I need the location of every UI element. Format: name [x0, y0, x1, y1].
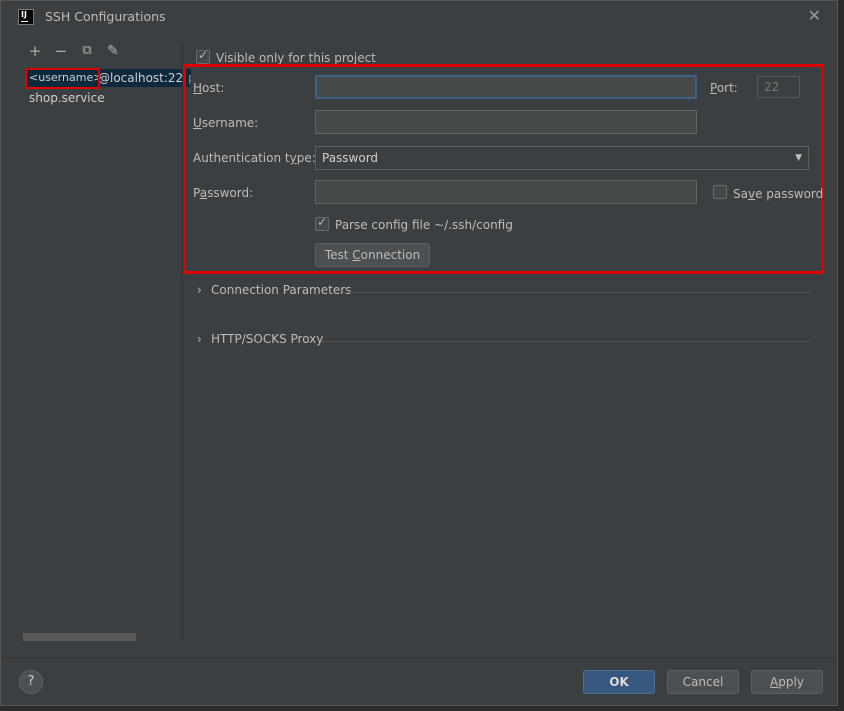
selected-host: @localhost:22: [98, 71, 184, 85]
username-input[interactable]: [315, 110, 697, 134]
connection-parameters-title: Connection Parameters: [211, 283, 352, 297]
footer-separator: [1, 657, 837, 658]
save-password-checkbox[interactable]: [713, 185, 727, 199]
ok-button[interactable]: OK: [583, 670, 655, 694]
auth-type-value: Password: [322, 151, 379, 165]
section-divider: [321, 341, 811, 342]
copy-icon[interactable]: ⧉: [79, 43, 95, 59]
auth-type-select[interactable]: Password ▼: [315, 146, 809, 170]
list-item[interactable]: shop.service: [29, 89, 105, 107]
http-socks-proxy-title: HTTP/SOCKS Proxy: [211, 332, 324, 346]
parse-config-label: Parse config file ~/.ssh/config: [335, 218, 513, 232]
close-icon[interactable]: ✕: [808, 6, 821, 25]
chevron-right-icon: ›: [197, 332, 202, 346]
app-icon-text: IJ: [21, 10, 27, 19]
cancel-button[interactable]: Cancel: [667, 670, 739, 694]
host-input[interactable]: [315, 75, 697, 99]
ssh-configurations-dialog: IJ SSH Configurations ✕ + − ⧉ ✎ <usernam…: [0, 0, 838, 706]
section-divider: [343, 292, 811, 293]
chevron-right-icon: ›: [197, 283, 202, 297]
edit-icon[interactable]: ✎: [105, 43, 121, 59]
port-input[interactable]: 22: [757, 76, 800, 98]
test-connection-button[interactable]: Test Connection: [315, 243, 430, 267]
intellij-app-icon: IJ: [18, 9, 34, 25]
horizontal-scrollbar[interactable]: [23, 633, 136, 641]
title-bar: IJ SSH Configurations ✕: [1, 1, 837, 33]
auth-type-label: Authentication type:: [193, 151, 316, 165]
port-label: Port:: [710, 81, 738, 95]
host-label: Host:: [193, 81, 225, 95]
http-socks-proxy-section[interactable]: › HTTP/SOCKS Proxy: [197, 332, 811, 350]
password-input[interactable]: [315, 180, 697, 204]
save-password-label: Save password: [733, 187, 824, 201]
password-label: Password:: [193, 186, 254, 200]
add-icon[interactable]: +: [27, 43, 43, 59]
username-highlight-box: [25, 68, 100, 89]
chevron-down-icon: ▼: [795, 153, 802, 163]
visible-only-label: Visible only for this project: [216, 51, 376, 65]
apply-button[interactable]: Apply: [751, 670, 823, 694]
parse-config-checkbox[interactable]: [315, 215, 329, 231]
connection-parameters-section[interactable]: › Connection Parameters: [197, 283, 811, 301]
visible-only-checkbox[interactable]: [196, 48, 210, 64]
dialog-title: SSH Configurations: [45, 9, 166, 24]
configurations-list-panel: + − ⧉ ✎ <username> @localhost:22 p shop.…: [15, 37, 191, 641]
help-button[interactable]: ?: [19, 670, 43, 694]
username-label: Username:: [193, 116, 259, 130]
remove-icon[interactable]: −: [53, 43, 69, 59]
